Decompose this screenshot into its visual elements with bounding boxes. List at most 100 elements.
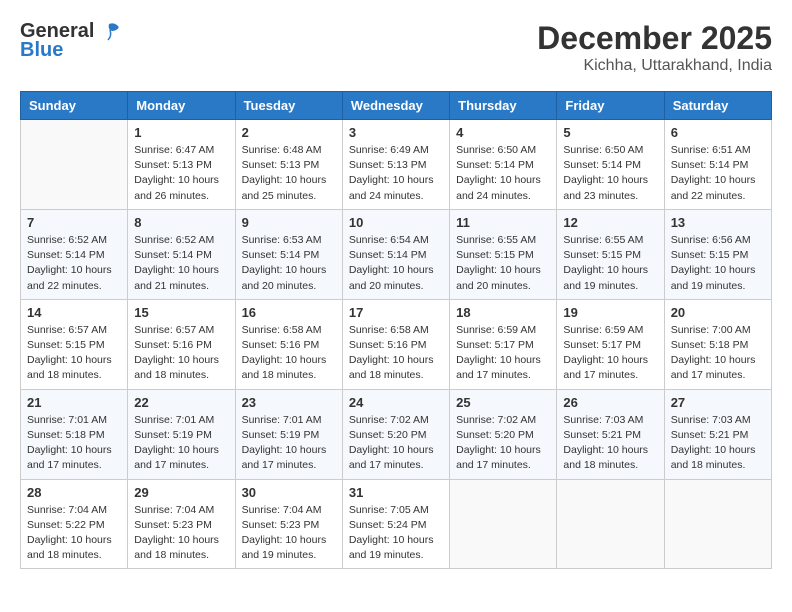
sunrise-text: Sunrise: 6:50 AM — [456, 144, 536, 156]
daylight-text: Daylight: 10 hours and 19 minutes. — [242, 534, 327, 561]
cell-info: Sunrise: 6:59 AMSunset: 5:17 PMDaylight:… — [563, 323, 657, 384]
sunrise-text: Sunrise: 6:55 AM — [456, 234, 536, 246]
calendar-cell — [557, 479, 664, 569]
sunset-text: Sunset: 5:22 PM — [27, 519, 105, 531]
cell-info: Sunrise: 6:56 AMSunset: 5:15 PMDaylight:… — [671, 233, 765, 294]
daylight-text: Daylight: 10 hours and 20 minutes. — [349, 264, 434, 291]
sunset-text: Sunset: 5:14 PM — [27, 249, 105, 261]
day-number: 27 — [671, 395, 765, 410]
calendar-cell — [664, 479, 771, 569]
calendar-cell: 17 Sunrise: 6:58 AMSunset: 5:16 PMDayligh… — [342, 299, 449, 389]
day-number: 4 — [456, 125, 550, 140]
sunset-text: Sunset: 5:15 PM — [456, 249, 534, 261]
cell-info: Sunrise: 6:47 AMSunset: 5:13 PMDaylight:… — [134, 143, 228, 204]
calendar-cell: 13 Sunrise: 6:56 AMSunset: 5:15 PMDayligh… — [664, 209, 771, 299]
cell-info: Sunrise: 6:50 AMSunset: 5:14 PMDaylight:… — [456, 143, 550, 204]
calendar-cell: 28Sunrise: 7:04 AMSunset: 5:22 PMDayligh… — [21, 479, 128, 569]
sunrise-text: Sunrise: 6:55 AM — [563, 234, 643, 246]
cell-info: Sunrise: 7:04 AMSunset: 5:22 PMDaylight:… — [27, 503, 121, 564]
week-row-5: 28 Sunrise: 7:04 AM Sunset: 5:22 PM Dayligh… — [21, 479, 772, 569]
cell-info: Sunrise: 6:50 AMSunset: 5:14 PMDaylight:… — [563, 143, 657, 204]
day-number: 8 — [134, 215, 228, 230]
col-sunday: Sunday — [21, 92, 128, 120]
daylight-text: Daylight: 10 hours and 19 minutes. — [671, 264, 756, 291]
sunset-text: Sunset: 5:18 PM — [27, 429, 105, 441]
day-number: 22 — [134, 395, 228, 410]
day-number: 7 — [27, 215, 121, 230]
daylight-text: Daylight: 10 hours and 22 minutes. — [671, 174, 756, 201]
calendar-cell: 29Sunrise: 7:04 AMSunset: 5:23 PMDayligh… — [128, 479, 235, 569]
cell-info: Sunrise: 6:51 AMSunset: 5:14 PMDaylight:… — [671, 143, 765, 204]
calendar-cell: 9Sunrise: 6:53 AMSunset: 5:14 PMDaylight… — [235, 209, 342, 299]
day-number: 11 — [456, 215, 550, 230]
daylight-text: Daylight: 10 hours and 17 minutes. — [671, 354, 756, 381]
day-number: 20 — [671, 305, 765, 320]
day-number: 17 — [349, 305, 443, 320]
cell-info: Sunrise: 6:58 AMSunset: 5:16 PMDaylight:… — [349, 323, 443, 384]
daylight-text: Daylight: 10 hours and 20 minutes. — [242, 264, 327, 291]
day-number: 28 — [27, 485, 121, 500]
day-number: 13 — [671, 215, 765, 230]
sunset-text: Sunset: 5:17 PM — [563, 339, 641, 351]
calendar-cell: 31Sunrise: 7:05 AMSunset: 5:24 PMDayligh… — [342, 479, 449, 569]
sunrise-text: Sunrise: 7:04 AM — [27, 504, 107, 516]
cell-info: Sunrise: 6:55 AMSunset: 5:15 PMDaylight:… — [563, 233, 657, 294]
daylight-text: Daylight: 10 hours and 17 minutes. — [242, 444, 327, 471]
day-number: 6 — [671, 125, 765, 140]
col-wednesday: Wednesday — [342, 92, 449, 120]
daylight-text: Daylight: 10 hours and 18 minutes. — [242, 354, 327, 381]
sunrise-text: Sunrise: 6:52 AM — [134, 234, 214, 246]
cell-info: Sunrise: 6:57 AMSunset: 5:16 PMDaylight:… — [134, 323, 228, 384]
day-number: 15 — [134, 305, 228, 320]
sunrise-text: Sunrise: 7:05 AM — [349, 504, 429, 516]
logo-blue-text: Blue — [20, 39, 63, 62]
cell-info: Sunrise: 7:01 AMSunset: 5:18 PMDaylight:… — [27, 413, 121, 474]
day-number: 5 — [563, 125, 657, 140]
col-monday: Monday — [128, 92, 235, 120]
cell-info: Sunrise: 7:00 AMSunset: 5:18 PMDaylight:… — [671, 323, 765, 384]
day-number: 12 — [563, 215, 657, 230]
sunrise-text: Sunrise: 6:50 AM — [563, 144, 643, 156]
daylight-text: Daylight: 10 hours and 18 minutes. — [134, 354, 219, 381]
sunset-text: Sunset: 5:20 PM — [456, 429, 534, 441]
sunrise-text: Sunrise: 6:48 AM — [242, 144, 322, 156]
sunrise-text: Sunrise: 6:54 AM — [349, 234, 429, 246]
sunset-text: Sunset: 5:14 PM — [671, 159, 749, 171]
day-number: 30 — [242, 485, 336, 500]
day-number: 14 — [27, 305, 121, 320]
day-number: 23 — [242, 395, 336, 410]
calendar-cell: 27 Sunrise: 7:03 AMSunset: 5:21 PMDayligh… — [664, 389, 771, 479]
daylight-text: Daylight: 10 hours and 20 minutes. — [456, 264, 541, 291]
daylight-text: Daylight: 10 hours and 25 minutes. — [242, 174, 327, 201]
sunset-text: Sunset: 5:23 PM — [134, 519, 212, 531]
cell-info: Sunrise: 6:52 AMSunset: 5:14 PMDaylight:… — [134, 233, 228, 294]
daylight-text: Daylight: 10 hours and 22 minutes. — [27, 264, 112, 291]
sunset-text: Sunset: 5:14 PM — [563, 159, 641, 171]
cell-info: Sunrise: 6:53 AMSunset: 5:14 PMDaylight:… — [242, 233, 336, 294]
cell-info: Sunrise: 7:03 AMSunset: 5:21 PMDaylight:… — [671, 413, 765, 474]
cell-info: Sunrise: 6:59 AMSunset: 5:17 PMDaylight:… — [456, 323, 550, 384]
calendar-cell: 2Sunrise: 6:48 AMSunset: 5:13 PMDaylight… — [235, 120, 342, 210]
sunset-text: Sunset: 5:13 PM — [349, 159, 427, 171]
calendar-cell: 7Sunrise: 6:52 AMSunset: 5:14 PMDaylight… — [21, 209, 128, 299]
calendar-cell: 23Sunrise: 7:01 AMSunset: 5:19 PMDayligh… — [235, 389, 342, 479]
sunrise-text: Sunrise: 6:57 AM — [27, 324, 107, 336]
daylight-text: Daylight: 10 hours and 24 minutes. — [349, 174, 434, 201]
sunset-text: Sunset: 5:13 PM — [242, 159, 320, 171]
sunset-text: Sunset: 5:14 PM — [134, 249, 212, 261]
daylight-text: Daylight: 10 hours and 18 minutes. — [349, 354, 434, 381]
sunrise-text: Sunrise: 6:59 AM — [456, 324, 536, 336]
calendar-cell: 11 Sunrise: 6:55 AM Sunset: 5:15 PM Dayligh… — [450, 209, 557, 299]
header: General Blue December 2025 Kichha, Uttar… — [20, 20, 772, 75]
sunrise-text: Sunrise: 7:01 AM — [134, 414, 214, 426]
day-number: 29 — [134, 485, 228, 500]
sunset-text: Sunset: 5:19 PM — [242, 429, 320, 441]
week-row-2: 7 Sunrise: 6:52 AM Sunset: 5:14 PM Daylight… — [21, 209, 772, 299]
sunset-text: Sunset: 5:23 PM — [242, 519, 320, 531]
daylight-text: Daylight: 10 hours and 17 minutes. — [27, 444, 112, 471]
header-row: Sunday Monday Tuesday Wednesday Thursday… — [21, 92, 772, 120]
title-area: December 2025 Kichha, Uttarakhand, India — [537, 20, 772, 75]
calendar-cell: 8Sunrise: 6:52 AMSunset: 5:14 PMDaylight… — [128, 209, 235, 299]
sunset-text: Sunset: 5:14 PM — [242, 249, 320, 261]
calendar-cell: 14Sunrise: 6:57 AMSunset: 5:15 PMDayligh… — [21, 299, 128, 389]
